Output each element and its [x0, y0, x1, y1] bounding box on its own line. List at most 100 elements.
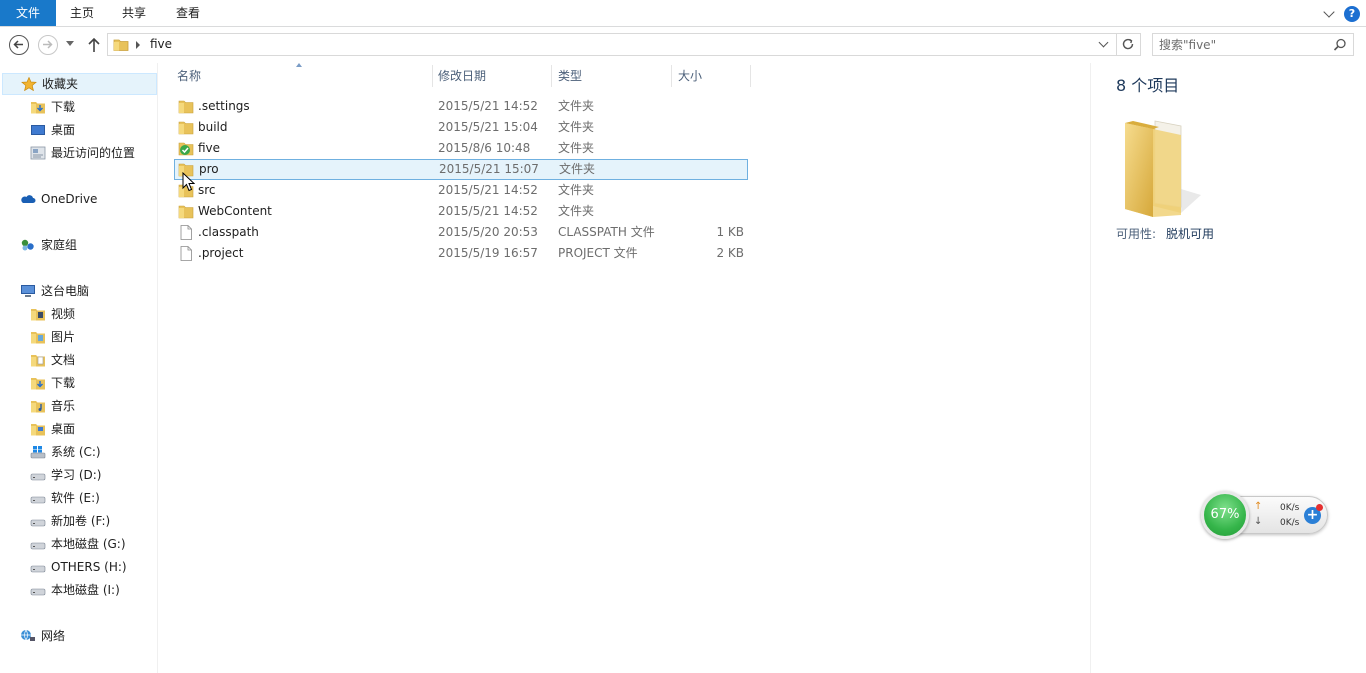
nav-pc-drive-e-label: 软件 (E:)	[51, 491, 100, 505]
address-dropdown-icon[interactable]	[1098, 39, 1110, 51]
file-row[interactable]: .project 2015/5/19 16:57 PROJECT 文件 2 KB	[174, 243, 748, 264]
nav-pc-drive-e[interactable]: 软件 (E:)	[0, 487, 158, 509]
nav-thispc[interactable]: 这台电脑	[0, 280, 158, 302]
nav-pc-drive-d-label: 学习 (D:)	[51, 468, 102, 482]
navigation-bar: five	[0, 27, 1366, 63]
nav-network-label: 网络	[41, 629, 66, 643]
breadcrumb-chevron-icon[interactable]	[136, 41, 140, 49]
nav-pc-music[interactable]: 音乐	[0, 395, 158, 417]
file-row[interactable]: src 2015/5/21 14:52 文件夹	[174, 180, 748, 201]
pictures-folder-icon	[31, 332, 45, 344]
download-arrow-icon: ↓	[1254, 516, 1263, 527]
item-count: 8 个项目	[1116, 76, 1180, 95]
nav-network[interactable]: 网络	[0, 625, 158, 647]
nav-pc-drive-c[interactable]: 系统 (C:)	[0, 441, 158, 463]
nav-pc-desktop[interactable]: 桌面	[0, 418, 158, 440]
column-header-size[interactable]: 大小	[678, 63, 748, 89]
nav-pc-pictures-label: 图片	[51, 330, 76, 344]
desktop-folder-icon	[31, 424, 45, 436]
onedrive-cloud-icon	[21, 195, 36, 203]
nav-pc-pictures[interactable]: 图片	[0, 326, 158, 348]
forward-button[interactable]	[38, 35, 58, 55]
nav-pc-drive-i[interactable]: 本地磁盘 (I:)	[0, 579, 158, 601]
file-name: build	[198, 120, 228, 134]
nav-onedrive[interactable]: OneDrive	[0, 188, 158, 210]
folder-icon	[178, 205, 194, 219]
star-icon	[21, 77, 37, 91]
tab-home[interactable]: 主页	[56, 0, 108, 26]
net-speed-widget[interactable]: 67% ↑ ↓ 0K/s 0K/s +	[1200, 491, 1330, 539]
nav-homegroup[interactable]: 家庭组	[0, 234, 158, 256]
column-header-date[interactable]: 修改日期	[438, 63, 550, 89]
column-divider[interactable]	[750, 65, 751, 87]
nav-pc-drive-g[interactable]: 本地磁盘 (G:)	[0, 533, 158, 555]
column-divider[interactable]	[551, 65, 552, 87]
tab-file[interactable]: 文件	[0, 0, 56, 26]
mouse-cursor-icon	[182, 172, 195, 192]
nav-homegroup-label: 家庭组	[41, 238, 78, 252]
upload-arrow-icon: ↑	[1254, 501, 1263, 512]
nav-pc-videos[interactable]: 视频	[0, 303, 158, 325]
refresh-icon	[1122, 38, 1134, 50]
search-input[interactable]	[1159, 36, 1329, 53]
videos-folder-icon	[31, 309, 45, 321]
tab-view[interactable]: 查看	[160, 0, 216, 26]
back-button[interactable]	[9, 35, 29, 55]
homegroup-icon	[21, 239, 34, 251]
music-folder-icon	[31, 401, 45, 413]
nav-pc-drive-f-label: 新加卷 (F:)	[51, 514, 111, 528]
file-type: 文件夹	[558, 204, 595, 218]
nav-pc-downloads[interactable]: 下载	[0, 372, 158, 394]
file-row[interactable]: five 2015/8/6 10:48 文件夹	[174, 138, 748, 159]
up-level-button[interactable]	[86, 36, 102, 54]
column-header-type[interactable]: 类型	[558, 63, 670, 89]
file-row[interactable]: WebContent 2015/5/21 14:52 文件夹	[174, 201, 748, 222]
file-size: 2 KB	[716, 246, 744, 260]
file-row[interactable]: .classpath 2015/5/20 20:53 CLASSPATH 文件 …	[174, 222, 748, 243]
file-row-selected[interactable]: pro 2015/5/21 15:07 文件夹	[174, 159, 748, 180]
folder-icon	[113, 39, 129, 51]
nav-pc-drive-f[interactable]: 新加卷 (F:)	[0, 510, 158, 532]
nav-fav-recent[interactable]: 最近访问的位置	[0, 142, 158, 164]
file-icon	[180, 246, 192, 261]
memory-usage-gauge[interactable]: 67%	[1201, 491, 1249, 539]
nav-pc-drive-i-label: 本地磁盘 (I:)	[51, 583, 120, 597]
tab-share[interactable]: 共享	[108, 0, 160, 26]
help-icon[interactable]: ?	[1344, 6, 1360, 22]
file-date: 2015/5/20 20:53	[438, 225, 538, 239]
file-type: 文件夹	[558, 141, 595, 155]
nav-favorites[interactable]: 收藏夹	[2, 73, 157, 95]
drive-icon	[30, 588, 46, 596]
file-type: 文件夹	[558, 120, 595, 134]
nav-pc-drive-d[interactable]: 学习 (D:)	[0, 464, 158, 486]
downloads-folder-icon	[31, 102, 45, 114]
nav-pc-documents[interactable]: 文档	[0, 349, 158, 371]
file-date: 2015/5/21 15:07	[439, 162, 539, 176]
file-name: .classpath	[198, 225, 259, 239]
column-header-name[interactable]: 名称	[177, 63, 432, 89]
recent-locations-dropdown[interactable]	[66, 41, 74, 46]
nav-favorites-label: 收藏夹	[42, 77, 79, 91]
search-box[interactable]	[1152, 33, 1354, 56]
address-bar[interactable]: five	[107, 33, 1141, 56]
file-name: pro	[199, 162, 219, 176]
expand-ribbon-icon[interactable]	[1322, 7, 1336, 21]
search-icon[interactable]	[1333, 38, 1347, 52]
file-row[interactable]: .settings 2015/5/21 14:52 文件夹	[174, 96, 748, 117]
column-divider[interactable]	[432, 65, 433, 87]
large-folder-icon	[1125, 120, 1201, 217]
breadcrumb-five[interactable]: five	[150, 37, 172, 51]
column-divider[interactable]	[671, 65, 672, 87]
file-list: 名称 修改日期 类型 大小 .settings 2015/5/21 14:52 …	[160, 63, 1090, 673]
documents-folder-icon	[31, 355, 45, 367]
file-row[interactable]: build 2015/5/21 15:04 文件夹	[174, 117, 748, 138]
nav-fav-desktop[interactable]: 桌面	[0, 119, 158, 141]
navigation-pane: 收藏夹 下载 桌面 最近访问的位置 OneDrive 家庭组 这台电脑 视频 图…	[0, 63, 158, 673]
refresh-button[interactable]	[1116, 34, 1140, 55]
back-arrow-icon	[13, 40, 23, 49]
details-pane: 8 个项目 可用性: 脱机可用	[1090, 63, 1366, 673]
nav-pc-drive-h[interactable]: OTHERS (H:)	[0, 556, 158, 578]
nav-fav-downloads[interactable]: 下载	[0, 96, 158, 118]
nav-pc-drive-h-label: OTHERS (H:)	[51, 560, 127, 574]
folder-icon	[178, 121, 194, 135]
